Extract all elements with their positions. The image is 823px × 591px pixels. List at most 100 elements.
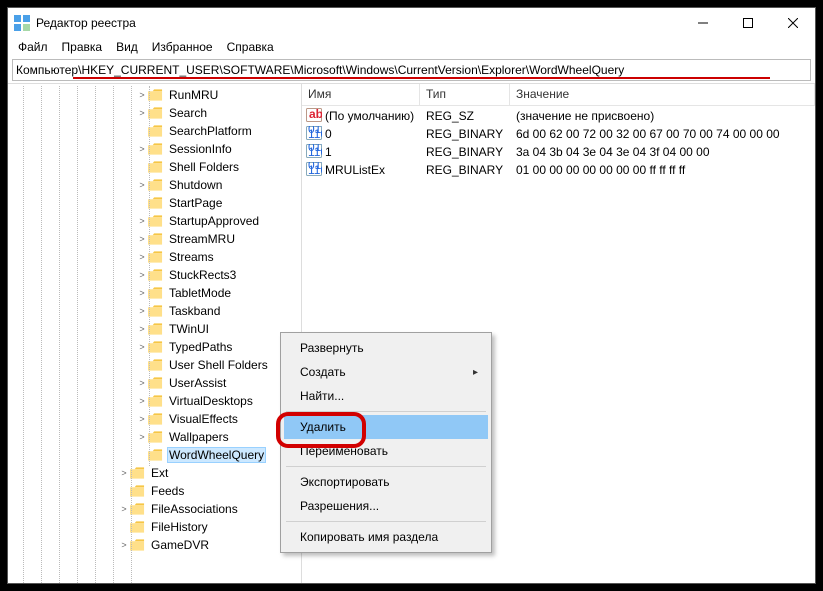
- tree-item-gamedvr[interactable]: >GameDVR: [10, 536, 301, 554]
- tree-label: FileAssociations: [149, 501, 240, 517]
- tree-item-ext[interactable]: >Ext: [10, 464, 301, 482]
- col-value[interactable]: Значение: [510, 84, 815, 105]
- ctx-удалить[interactable]: Удалить: [284, 415, 488, 439]
- menu-help[interactable]: Справка: [221, 38, 280, 58]
- tree-item-tabletmode[interactable]: > TabletMode: [10, 284, 301, 302]
- ctx-создать[interactable]: Создать: [284, 360, 488, 384]
- expander-icon[interactable]: [136, 360, 148, 370]
- ctx-экспортировать[interactable]: Экспортировать: [284, 470, 488, 494]
- tree-item-twinui[interactable]: >TWinUI: [10, 320, 301, 338]
- menubar: Файл Правка Вид Избранное Справка: [8, 38, 815, 58]
- tree-item-stuckrects3[interactable]: >StuckRects3: [10, 266, 301, 284]
- value-data: 01 00 00 00 00 00 00 00 ff ff ff ff: [510, 163, 815, 177]
- expander-icon[interactable]: [136, 126, 148, 136]
- value-type: REG_BINARY: [420, 163, 510, 177]
- expander-icon[interactable]: >: [118, 468, 130, 478]
- ctx-копировать-имя-раздела[interactable]: Копировать имя раздела: [284, 525, 488, 549]
- tree-item-search[interactable]: >Search: [10, 104, 301, 122]
- titlebar[interactable]: Редактор реестра: [8, 8, 815, 38]
- menu-view[interactable]: Вид: [110, 38, 144, 58]
- tree-label: VirtualDesktops: [167, 393, 255, 409]
- expander-icon[interactable]: [136, 198, 148, 208]
- registry-tree: >RunMRU>Search SearchPlatform>SessionInf…: [8, 86, 301, 554]
- tree-item-streams[interactable]: >Streams: [10, 248, 301, 266]
- value-type: REG_BINARY: [420, 145, 510, 159]
- value-row[interactable]: ab(По умолчанию)REG_SZ(значение не присв…: [302, 107, 815, 125]
- menu-separator: [286, 411, 486, 412]
- value-data: 3a 04 3b 04 3e 04 3e 04 3f 04 00 00: [510, 145, 815, 159]
- value-row[interactable]: 0111100REG_BINARY6d 00 62 00 72 00 32 00…: [302, 125, 815, 143]
- value-data: (значение не присвоено): [510, 109, 815, 123]
- tree-item-taskband[interactable]: >Taskband: [10, 302, 301, 320]
- menu-edit[interactable]: Правка: [56, 38, 109, 58]
- tree-item-wordwheelquery[interactable]: WordWheelQuery: [10, 446, 301, 464]
- value-row[interactable]: 011110MRUListExREG_BINARY01 00 00 00 00 …: [302, 161, 815, 179]
- expander-icon[interactable]: >: [118, 540, 130, 550]
- tree-item-userassist[interactable]: >UserAssist: [10, 374, 301, 392]
- tree-label: SearchPlatform: [167, 123, 254, 139]
- tree-item-shell-folders[interactable]: Shell Folders: [10, 158, 301, 176]
- tree-label: User Shell Folders: [167, 357, 270, 373]
- minimize-button[interactable]: [680, 8, 725, 38]
- tree-item-typedpaths[interactable]: >TypedPaths: [10, 338, 301, 356]
- expander-icon[interactable]: >: [136, 414, 148, 424]
- tree-item-filehistory[interactable]: FileHistory: [10, 518, 301, 536]
- expander-icon[interactable]: [136, 162, 148, 172]
- expander-icon[interactable]: >: [118, 504, 130, 514]
- tree-pane[interactable]: >RunMRU>Search SearchPlatform>SessionInf…: [8, 84, 302, 583]
- tree-item-runmru[interactable]: >RunMRU: [10, 86, 301, 104]
- tree-label: StreamMRU: [167, 231, 237, 247]
- col-type[interactable]: Тип: [420, 84, 510, 105]
- tree-item-feeds[interactable]: Feeds: [10, 482, 301, 500]
- binary-icon: 011110: [306, 162, 322, 179]
- expander-icon[interactable]: >: [136, 396, 148, 406]
- expander-icon[interactable]: >: [136, 252, 148, 262]
- tree-label: VisualEffects: [167, 411, 240, 427]
- svg-text:110: 110: [308, 127, 322, 140]
- expander-icon[interactable]: [118, 522, 130, 532]
- menu-file[interactable]: Файл: [12, 38, 54, 58]
- tree-label: Feeds: [149, 483, 186, 499]
- menu-favorites[interactable]: Избранное: [146, 38, 219, 58]
- tree-item-streammru[interactable]: > StreamMRU: [10, 230, 301, 248]
- expander-icon[interactable]: >: [136, 342, 148, 352]
- value-row[interactable]: 0111101REG_BINARY3a 04 3b 04 3e 04 3e 04…: [302, 143, 815, 161]
- expander-icon[interactable]: >: [136, 234, 148, 244]
- tree-item-searchplatform[interactable]: SearchPlatform: [10, 122, 301, 140]
- ctx-разрешения-[interactable]: Разрешения...: [284, 494, 488, 518]
- expander-icon[interactable]: >: [136, 306, 148, 316]
- expander-icon[interactable]: >: [136, 324, 148, 334]
- expander-icon[interactable]: >: [136, 288, 148, 298]
- tree-item-shutdown[interactable]: >Shutdown: [10, 176, 301, 194]
- expander-icon[interactable]: >: [136, 180, 148, 190]
- values-list: ab(По умолчанию)REG_SZ(значение не присв…: [302, 106, 815, 179]
- tree-item-visualeffects[interactable]: > VisualEffects: [10, 410, 301, 428]
- expander-icon[interactable]: >: [136, 144, 148, 154]
- col-name[interactable]: Имя: [302, 84, 420, 105]
- expander-icon[interactable]: [136, 450, 148, 460]
- expander-icon[interactable]: >: [136, 378, 148, 388]
- tree-item-virtualdesktops[interactable]: > VirtualDesktops: [10, 392, 301, 410]
- close-button[interactable]: [770, 8, 815, 38]
- expander-icon[interactable]: >: [136, 270, 148, 280]
- expander-icon[interactable]: >: [136, 432, 148, 442]
- expander-icon[interactable]: >: [136, 90, 148, 100]
- tree-label: FileHistory: [149, 519, 210, 535]
- ctx-развернуть[interactable]: Развернуть: [284, 336, 488, 360]
- expander-icon[interactable]: >: [136, 108, 148, 118]
- tree-item-fileassociations[interactable]: > FileAssociations: [10, 500, 301, 518]
- ctx-найти-[interactable]: Найти...: [284, 384, 488, 408]
- expander-icon[interactable]: [118, 486, 130, 496]
- tree-item-user-shell-folders[interactable]: User Shell Folders: [10, 356, 301, 374]
- expander-icon[interactable]: >: [136, 216, 148, 226]
- tree-item-startupapproved[interactable]: >StartupApproved: [10, 212, 301, 230]
- tree-item-sessioninfo[interactable]: >SessionInfo: [10, 140, 301, 158]
- address-bar[interactable]: Компьютер\HKEY_CURRENT_USER\SOFTWARE\Mic…: [12, 59, 811, 81]
- value-type: REG_BINARY: [420, 127, 510, 141]
- highlight-underline: [73, 77, 770, 79]
- tree-label: TabletMode: [167, 285, 233, 301]
- tree-item-startpage[interactable]: StartPage: [10, 194, 301, 212]
- maximize-button[interactable]: [725, 8, 770, 38]
- tree-item-wallpapers[interactable]: >Wallpapers: [10, 428, 301, 446]
- ctx-переименовать[interactable]: Переименовать: [284, 439, 488, 463]
